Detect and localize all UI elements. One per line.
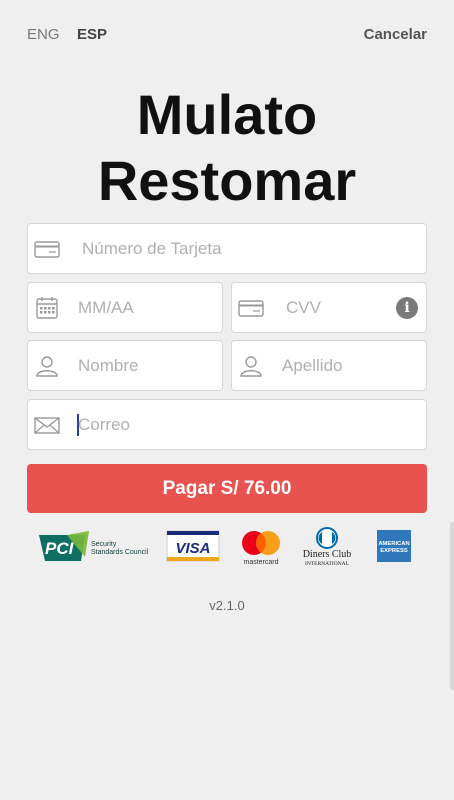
top-bar: ENG ESP Cancelar bbox=[27, 26, 427, 46]
email-input[interactable] bbox=[78, 400, 418, 449]
pci-text: PCI bbox=[45, 539, 75, 558]
mastercard-text: mastercard bbox=[243, 559, 278, 566]
first-name-input[interactable] bbox=[78, 341, 214, 390]
expiry-field[interactable] bbox=[27, 282, 223, 333]
amex-logo: AMERICAN EXPRESS bbox=[376, 527, 412, 567]
card-number-input[interactable] bbox=[82, 224, 418, 273]
merchant-title-line1: Mulato bbox=[136, 83, 318, 146]
pci-sub1: Security bbox=[91, 541, 117, 548]
version-label: v2.1.0 bbox=[209, 598, 245, 613]
email-field[interactable] bbox=[27, 399, 427, 450]
visa-logo: VISA bbox=[166, 527, 220, 567]
first-name-field[interactable] bbox=[27, 340, 223, 391]
pci-sub2: Standards Council bbox=[91, 549, 149, 556]
credit-card-icon bbox=[238, 300, 264, 317]
diners-text1: Diners Club bbox=[303, 549, 352, 560]
pay-button[interactable]: Pagar S/ 76.00 bbox=[27, 464, 427, 513]
user-icon bbox=[240, 356, 262, 377]
envelope-icon bbox=[34, 417, 60, 434]
merchant-title: Mulato Restomar bbox=[0, 82, 454, 214]
calendar-icon bbox=[36, 297, 58, 319]
user-icon bbox=[36, 356, 58, 377]
expiry-input[interactable] bbox=[78, 283, 214, 332]
credit-card-icon bbox=[34, 241, 60, 258]
cvv-field[interactable]: i bbox=[231, 282, 427, 333]
merchant-title-line2: Restomar bbox=[97, 149, 357, 212]
last-name-input[interactable] bbox=[282, 341, 418, 390]
amex-text2: EXPRESS bbox=[380, 548, 408, 554]
card-number-field[interactable] bbox=[27, 223, 427, 274]
lang-eng-button[interactable]: ENG bbox=[27, 26, 60, 43]
edge-handle[interactable] bbox=[450, 522, 454, 690]
diners-text2: INTERNATIONAL bbox=[305, 561, 350, 567]
lang-esp-button[interactable]: ESP bbox=[77, 26, 107, 43]
amex-text1: AMERICAN bbox=[378, 541, 409, 547]
diners-club-logo: Diners Club INTERNATIONAL bbox=[298, 527, 356, 567]
last-name-field[interactable] bbox=[231, 340, 427, 391]
cvv-input[interactable] bbox=[286, 283, 390, 332]
visa-text: VISA bbox=[175, 540, 210, 557]
mastercard-logo: mastercard bbox=[236, 527, 286, 567]
pci-logo: PCI Security Standards Council bbox=[37, 527, 153, 567]
cvv-info-icon[interactable]: i bbox=[396, 297, 418, 319]
cancel-button[interactable]: Cancelar bbox=[364, 26, 427, 43]
